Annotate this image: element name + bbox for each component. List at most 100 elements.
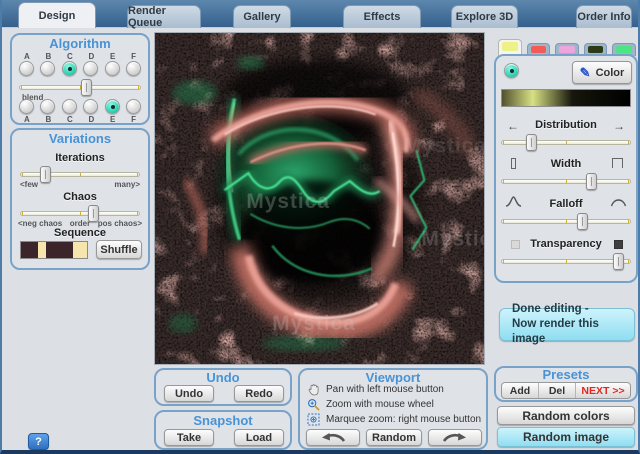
sequence-color-strip (20, 241, 88, 259)
smooth-falloff-icon (610, 195, 627, 208)
done-editing-line2: Now render this image (512, 317, 634, 347)
width-slider[interactable] (501, 173, 631, 190)
color-layer-swatch (502, 42, 518, 51)
color-layer-swatch (559, 46, 575, 53)
falloff-slider-thumb[interactable] (577, 213, 588, 230)
done-editing-button[interactable]: Done editing - Now render this image (499, 308, 635, 341)
algorithm-row1-label-a: A (24, 52, 30, 61)
preset-del-button[interactable]: Del (539, 383, 576, 398)
tab-gallery[interactable]: Gallery (233, 5, 291, 28)
shuffle-button[interactable]: Shuffle (96, 240, 142, 259)
algorithm-row2-label-d: D (89, 115, 95, 124)
active-color-layer-radio[interactable] (504, 63, 519, 78)
distribution-slider-thumb[interactable] (526, 134, 537, 151)
tab-design[interactable]: Design (18, 2, 96, 28)
algorithm-row1-label-e: E (110, 52, 115, 61)
transparency-slider-track[interactable] (501, 259, 631, 264)
algorithm-row1-radio-f[interactable] (126, 61, 141, 76)
algorithm-row2-label-a: A (24, 115, 30, 124)
sequence-swatch-1 (21, 242, 38, 258)
blend-slider-track[interactable] (19, 85, 141, 90)
algorithm-row2-radio-a[interactable] (19, 99, 34, 114)
algorithm-row2-radio-e[interactable] (105, 99, 120, 114)
algorithm-row2-label-b: B (46, 115, 52, 124)
presets-button-bar: Add Del NEXT >> (501, 382, 631, 399)
tab-explore-3d[interactable]: Explore 3D (451, 5, 518, 28)
opaque-dark-icon (614, 240, 623, 249)
curved-back-arrow-icon (320, 432, 346, 444)
algorithm-row1-labels: ABCDEF (12, 52, 148, 61)
variations-panel: Variations Iterations <few many> Chaos <… (10, 128, 150, 270)
algorithm-row2-radio-c[interactable] (62, 99, 77, 114)
watermark-text: Mystica (272, 312, 355, 335)
algorithm-row2-radios (12, 99, 148, 114)
viewport-hint-pan: Pan with left mouse button (326, 384, 444, 395)
random-image-button[interactable]: Random image (497, 427, 635, 447)
tab-order-info[interactable]: Order Info (576, 5, 632, 28)
algorithm-row2-labels: A B C D E F (12, 115, 148, 124)
iterations-label: Iterations (12, 152, 148, 164)
fractal-canvas[interactable]: Mystica Mystica Mystica Mystica (154, 32, 485, 365)
history-forward-button[interactable] (428, 429, 482, 446)
variations-title: Variations (12, 131, 148, 146)
zoom-magnifier-icon (307, 398, 320, 411)
algorithm-row2-label-e: E (110, 115, 115, 124)
viewport-hint-marquee: Marquee zoom: right mouse button (326, 414, 481, 425)
algorithm-row1-radio-e[interactable] (105, 61, 120, 76)
algorithm-row1-label-c: C (67, 52, 73, 61)
algorithm-row1-radio-b[interactable] (40, 61, 55, 76)
preset-next-button[interactable]: NEXT >> (576, 383, 630, 398)
watermark-text: Mystica (246, 190, 329, 213)
preset-add-button[interactable]: Add (502, 383, 539, 398)
blend-slider-thumb[interactable] (81, 79, 92, 96)
transparency-slider[interactable] (501, 253, 631, 270)
algorithm-row1-label-b: B (46, 52, 52, 61)
undo-button[interactable]: Undo (164, 385, 214, 402)
algorithm-row1-radio-a[interactable] (19, 61, 34, 76)
gradient-preview[interactable] (501, 89, 631, 107)
viewport-panel: Viewport Pan with left mouse button Zoom… (298, 368, 488, 450)
undo-title: Undo (156, 370, 290, 385)
color-button[interactable]: ✎ Color (572, 61, 632, 84)
falloff-slider[interactable] (501, 213, 631, 230)
chaos-slider-track[interactable] (20, 211, 140, 216)
redo-button[interactable]: Redo (234, 385, 284, 402)
algorithm-row1-radio-d[interactable] (83, 61, 98, 76)
algorithm-panel: Algorithm ABCDEF blend ABCDEF (10, 33, 150, 125)
undo-panel: Undo Undo Redo (154, 368, 292, 406)
algorithm-row1-radio-c[interactable] (62, 61, 77, 76)
distribution-slider[interactable] (501, 134, 631, 151)
snapshot-title: Snapshot (156, 413, 290, 428)
presets-panel: Presets Add Del NEXT >> (494, 366, 638, 402)
algorithm-row1-label-d: D (89, 52, 95, 61)
transparency-slider-thumb[interactable] (613, 253, 624, 270)
algorithm-row1-radios (12, 61, 148, 76)
marquee-zoom-icon (307, 413, 320, 426)
snapshot-take-button[interactable]: Take (164, 429, 214, 446)
viewport-hint-zoom: Zoom with mouse wheel (326, 399, 434, 410)
tab-effects[interactable]: Effects (343, 5, 421, 28)
fractal-designer-window: Design Render Queue Gallery Effects Expl… (0, 0, 640, 454)
watermark-text: Mystica (421, 228, 484, 251)
width-slider-track[interactable] (501, 179, 631, 184)
random-colors-button[interactable]: Random colors (497, 406, 635, 425)
history-back-button[interactable] (306, 429, 360, 446)
width-slider-thumb[interactable] (586, 173, 597, 190)
algorithm-row2-radio-d[interactable] (83, 99, 98, 114)
algorithm-row2-label-f: F (131, 115, 136, 124)
random-viewport-button[interactable]: Random (366, 429, 422, 446)
algorithm-row2-label-c: C (67, 115, 73, 124)
algorithm-row2-radio-f[interactable] (126, 99, 141, 114)
iterations-slider-thumb[interactable] (40, 166, 51, 183)
help-button[interactable]: ? (28, 433, 49, 450)
color-settings-panel: ✎ Color ← Distribution → Width Falloff T… (494, 54, 638, 283)
sequence-swatch-2 (38, 242, 46, 258)
snapshot-load-button[interactable]: Load (234, 429, 284, 446)
color-layer-swatch (616, 46, 632, 53)
sequence-swatch-4 (73, 242, 87, 258)
iterations-slider-track[interactable] (20, 172, 140, 177)
distribution-slider-track[interactable] (501, 140, 631, 145)
tab-render-queue[interactable]: Render Queue (127, 5, 201, 28)
falloff-slider-track[interactable] (501, 219, 631, 224)
algorithm-row2-radio-b[interactable] (40, 99, 55, 114)
